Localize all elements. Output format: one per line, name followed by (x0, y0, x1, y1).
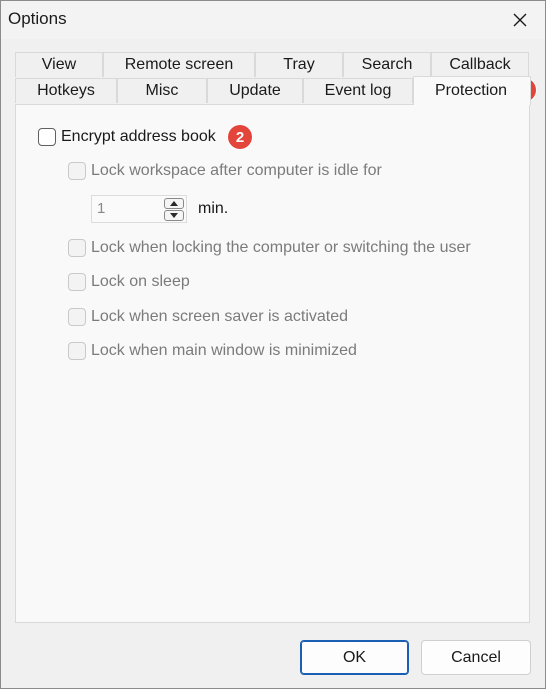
caret-down-icon (170, 213, 178, 218)
encrypt-address-book-row: Encrypt address book (38, 128, 216, 146)
lock-sleep-label: Lock on sleep (91, 273, 190, 290)
tab-event-log[interactable]: Event log (303, 78, 413, 103)
tab-label: Tray (283, 56, 315, 73)
lock-minimized-row: Lock when main window is minimized (68, 342, 357, 360)
options-dialog: Options View Remote screen Tray Search C… (0, 0, 546, 689)
lock-idle-checkbox[interactable] (68, 162, 86, 180)
idle-minutes-unit: min. (198, 200, 229, 217)
close-icon (513, 13, 527, 27)
lock-minimized-label: Lock when main window is minimized (91, 342, 357, 359)
tab-label: Search (361, 56, 413, 73)
lock-screensaver-row: Lock when screen saver is activated (68, 308, 348, 326)
tab-view[interactable]: View (15, 52, 103, 77)
idle-minutes-value: 1 (97, 200, 106, 217)
tab-remote-screen[interactable]: Remote screen (103, 52, 255, 77)
lock-switch-user-row: Lock when locking the computer or switch… (68, 239, 471, 257)
step-badge-2: 2 (228, 125, 252, 149)
tab-label: Hotkeys (37, 82, 95, 99)
cancel-button[interactable]: Cancel (421, 640, 531, 675)
lock-switch-user-checkbox[interactable] (68, 239, 86, 257)
lock-sleep-row: Lock on sleep (68, 273, 190, 291)
tab-search[interactable]: Search (343, 52, 431, 77)
close-button[interactable] (497, 1, 543, 39)
lock-idle-label: Lock workspace after computer is idle fo… (91, 162, 382, 179)
dialog-title: Options (8, 9, 67, 28)
protection-panel (15, 104, 530, 623)
lock-idle-row: Lock workspace after computer is idle fo… (68, 162, 382, 180)
tab-label: View (41, 56, 77, 73)
tab-label: Event log (324, 82, 392, 99)
lock-sleep-checkbox[interactable] (68, 273, 86, 291)
stepper-down-button[interactable] (164, 210, 184, 221)
tab-hotkeys[interactable]: Hotkeys (15, 78, 117, 103)
caret-up-icon (170, 201, 178, 206)
idle-minutes-stepper[interactable]: 1 (91, 195, 187, 223)
encrypt-address-book-label: Encrypt address book (61, 128, 216, 145)
lock-screensaver-checkbox[interactable] (68, 308, 86, 326)
lock-screensaver-label: Lock when screen saver is activated (91, 308, 349, 325)
tab-strip: View Remote screen Tray Search Callback … (15, 51, 531, 105)
encrypt-address-book-checkbox[interactable] (38, 128, 56, 146)
tab-tray[interactable]: Tray (255, 52, 343, 77)
lock-minimized-checkbox[interactable] (68, 342, 86, 360)
tab-label: Misc (145, 82, 179, 99)
ok-button[interactable]: OK (300, 640, 409, 675)
tab-protection[interactable]: Protection (413, 76, 531, 105)
tab-label: Update (229, 82, 281, 99)
tab-update[interactable]: Update (207, 78, 303, 103)
stepper-up-button[interactable] (164, 198, 184, 209)
tab-label: Remote screen (124, 56, 234, 73)
lock-switch-user-label: Lock when locking the computer or switch… (91, 239, 471, 256)
tab-label: Callback (449, 56, 511, 73)
tab-misc[interactable]: Misc (117, 78, 207, 103)
title-bar: Options (1, 1, 545, 39)
tab-callback[interactable]: Callback (431, 52, 529, 77)
tab-label: Protection (435, 82, 508, 99)
